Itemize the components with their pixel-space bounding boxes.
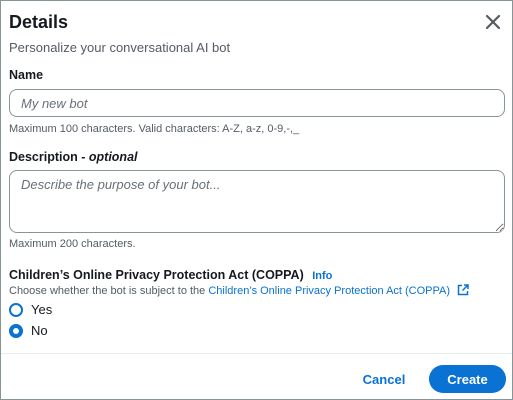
- description-textarea[interactable]: [9, 170, 505, 233]
- description-label-text: Description: [9, 150, 78, 164]
- description-hint: Maximum 200 characters.: [9, 238, 136, 250]
- close-button[interactable]: [482, 11, 504, 33]
- close-icon: [485, 14, 501, 30]
- footer-divider: [1, 353, 512, 354]
- name-hint: Maximum 100 characters. Valid characters…: [9, 123, 300, 135]
- details-dialog: Details Personalize your conversational …: [0, 0, 513, 400]
- coppa-description-text: Choose whether the bot is subject to the: [9, 285, 206, 297]
- dialog-subtitle: Personalize your conversational AI bot: [9, 40, 231, 55]
- radio-no[interactable]: [9, 323, 23, 338]
- radio-yes[interactable]: [9, 302, 23, 317]
- coppa-option-yes[interactable]: Yes: [9, 302, 52, 317]
- coppa-info-link[interactable]: Info: [312, 270, 332, 282]
- coppa-option-no[interactable]: No: [9, 323, 48, 338]
- external-link-icon[interactable]: [457, 284, 469, 296]
- description-label: Description - optional: [9, 150, 138, 164]
- cancel-button[interactable]: Cancel: [353, 365, 415, 393]
- coppa-description: Choose whether the bot is subject to the…: [9, 284, 469, 297]
- radio-no-label: No: [31, 323, 48, 338]
- coppa-label: Children’s Online Privacy Protection Act…: [9, 268, 304, 282]
- coppa-heading: Children’s Online Privacy Protection Act…: [9, 266, 332, 284]
- name-label: Name: [9, 68, 44, 82]
- create-button[interactable]: Create: [429, 365, 506, 393]
- coppa-external-link[interactable]: Children’s Online Privacy Protection Act…: [208, 285, 450, 297]
- radio-yes-label: Yes: [31, 302, 53, 317]
- name-input[interactable]: [9, 89, 505, 117]
- description-optional-tag: - optional: [81, 150, 138, 164]
- dialog-title: Details: [9, 12, 69, 32]
